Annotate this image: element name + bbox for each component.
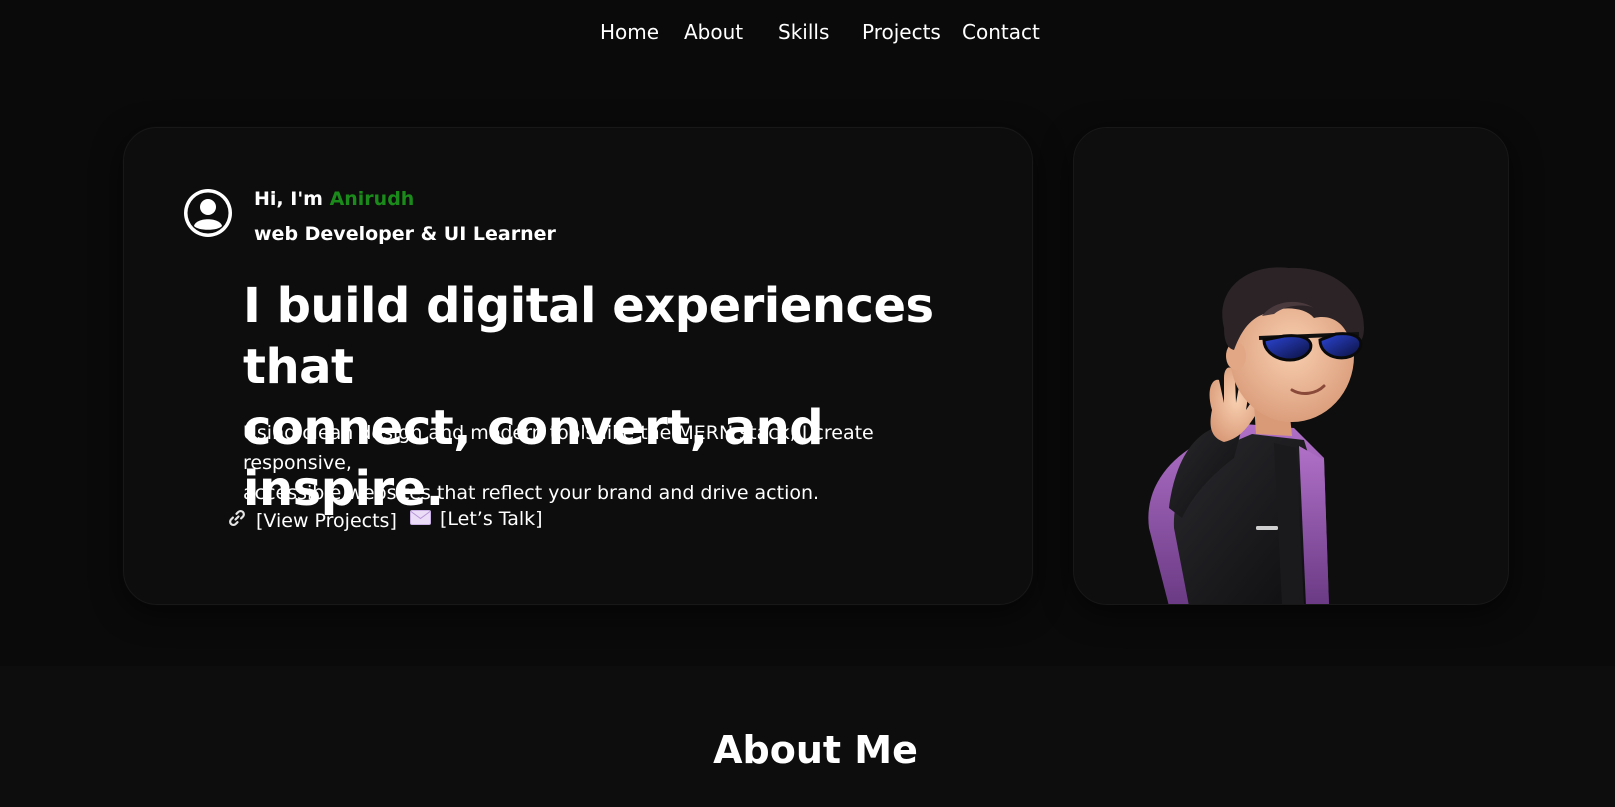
lets-talk-label: [Let’s Talk]: [440, 508, 543, 530]
greeting-prefix: Hi, I'm: [254, 188, 323, 210]
nav-skills-link[interactable]: Skills: [778, 20, 829, 44]
role-subtitle: web Developer & UI Learner: [254, 223, 556, 245]
nav-contact-link[interactable]: Contact: [962, 20, 1040, 44]
link-icon: [227, 508, 247, 533]
description-line-2: accessible websites that reflect your br…: [243, 482, 820, 504]
avatar-card: [1073, 127, 1509, 605]
description-line-1: Using clean design and modern tools like…: [243, 422, 874, 474]
developer-name: Anirudh: [329, 188, 415, 210]
envelope-icon: [410, 508, 431, 530]
view-projects-button[interactable]: [View Projects]: [227, 508, 397, 533]
top-navigation: Home About Skills Projects Contact: [0, 0, 1615, 66]
view-projects-label: [View Projects]: [256, 509, 397, 532]
hero-description: Using clean design and modern tools like…: [243, 418, 963, 508]
about-section: About Me: [0, 666, 1615, 807]
lets-talk-button[interactable]: [Let’s Talk]: [410, 508, 543, 530]
waving-boy-avatar-icon: [1148, 267, 1364, 604]
greeting: Hi, I'm Anirudh: [254, 188, 414, 210]
headline-line-1: I build digital experiences that: [243, 278, 934, 395]
nav-home-link[interactable]: Home: [600, 20, 659, 44]
portfolio-page: Home About Skills Projects Contact Hi, I…: [0, 0, 1615, 807]
about-title: About Me: [713, 728, 918, 772]
user-circle-icon: [184, 189, 232, 237]
nav-projects-link[interactable]: Projects: [862, 20, 941, 44]
hero-card: Hi, I'm Anirudh web Developer & UI Learn…: [123, 127, 1033, 605]
nav-about-link[interactable]: About: [684, 20, 743, 44]
